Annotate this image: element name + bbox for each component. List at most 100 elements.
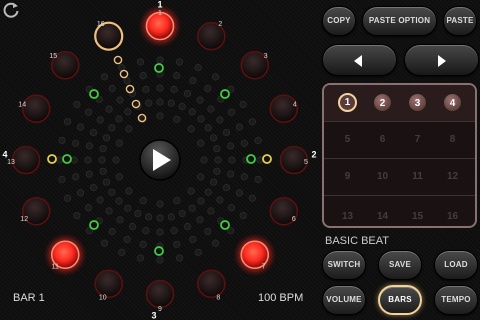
rhythm-dot[interactable] (85, 170, 93, 178)
rhythm-dot[interactable] (197, 197, 205, 205)
rhythm-dot[interactable] (187, 125, 195, 133)
rhythm-dot[interactable] (134, 209, 142, 218)
paste-option-button[interactable]: PASTE OPTION (362, 6, 437, 36)
rhythm-dot[interactable] (108, 124, 116, 132)
bar-16-button[interactable]: 16 (443, 207, 462, 226)
rhythm-dot[interactable] (207, 207, 215, 215)
rhythm-dot[interactable] (139, 72, 147, 80)
rhythm-dot[interactable] (136, 58, 145, 66)
rhythm-dot[interactable] (175, 254, 184, 262)
rhythm-dot[interactable] (124, 204, 132, 212)
rhythm-dot[interactable] (156, 56, 164, 64)
copy-button[interactable]: COPY (322, 6, 356, 36)
rhythm-dot[interactable] (136, 254, 145, 262)
rhythm-dot[interactable] (216, 196, 224, 204)
rhythm-dot[interactable] (248, 118, 256, 126)
rhythm-dot[interactable] (112, 156, 120, 164)
rhythm-dot[interactable] (235, 123, 244, 131)
rhythm-dot[interactable] (128, 222, 137, 231)
rhythm-dot[interactable] (115, 139, 123, 147)
rhythm-dot[interactable] (188, 108, 196, 116)
rhythm-dot[interactable] (125, 187, 133, 195)
rhythm-dot[interactable] (145, 213, 153, 221)
rhythm-dot[interactable] (214, 156, 222, 164)
rhythm-dot[interactable] (173, 197, 181, 205)
rhythm-dot[interactable] (213, 145, 221, 153)
rhythm-dot[interactable] (142, 227, 150, 235)
rhythm-dot[interactable] (183, 89, 192, 98)
bar-9-button[interactable]: 9 (338, 167, 357, 186)
switch-button[interactable]: SWITCH (322, 250, 366, 280)
rhythm-dot[interactable] (227, 204, 236, 212)
rhythm-dot[interactable] (194, 248, 202, 256)
rhythm-dot[interactable] (102, 178, 111, 186)
rhythm-dot[interactable] (72, 173, 80, 181)
rhythm-dot[interactable] (145, 99, 153, 107)
next-bar-button[interactable] (404, 44, 479, 76)
tempo-button[interactable]: TEMPO (434, 285, 478, 315)
rhythm-dot[interactable] (115, 197, 123, 205)
rhythm-dot[interactable] (189, 76, 197, 85)
rhythm-dot[interactable] (209, 178, 218, 186)
rhythm-dot[interactable] (156, 84, 164, 92)
volume-button[interactable]: VOLUME (322, 285, 366, 315)
rhythm-dot[interactable] (123, 235, 131, 244)
rhythm-dot[interactable] (124, 108, 132, 116)
active-rhythm-ring[interactable] (220, 89, 230, 99)
rhythm-dot[interactable] (105, 207, 113, 215)
rhythm-dot[interactable] (175, 58, 184, 66)
rhythm-dot[interactable] (84, 108, 93, 116)
rhythm-dot[interactable] (227, 227, 235, 235)
step-pad-15[interactable]: 15 (49, 50, 80, 80)
rhythm-dot[interactable] (211, 239, 220, 247)
rhythm-dot[interactable] (115, 173, 123, 181)
rhythm-dot[interactable] (58, 136, 66, 145)
active-rhythm-ring[interactable] (89, 89, 99, 99)
rhythm-dot[interactable] (100, 73, 109, 81)
rhythm-dot[interactable] (227, 108, 236, 116)
rhythm-dot[interactable] (173, 240, 181, 248)
step-pad-16[interactable]: 16 (94, 21, 124, 51)
active-rhythm-ring[interactable] (89, 220, 99, 230)
rhythm-dot[interactable] (200, 156, 208, 164)
rhythm-dot[interactable] (125, 125, 133, 133)
bar-2-button[interactable]: 2 (373, 93, 392, 112)
rhythm-dot[interactable] (105, 105, 113, 113)
rhythm-dot[interactable] (100, 239, 109, 247)
active-rhythm-ring[interactable] (220, 220, 230, 230)
rhythm-dot[interactable] (115, 115, 123, 123)
step-pad-7[interactable]: 7 (237, 237, 272, 272)
rhythm-dot[interactable] (84, 156, 92, 164)
rhythm-dot[interactable] (239, 211, 247, 220)
rhythm-dot[interactable] (248, 194, 256, 202)
play-button[interactable] (139, 139, 181, 181)
step-pad-2[interactable]: 2 (196, 21, 226, 51)
bar-3-button[interactable]: 3 (408, 93, 427, 112)
rhythm-dot[interactable] (89, 183, 98, 192)
rhythm-dot[interactable] (240, 139, 248, 147)
rhythm-dot[interactable] (99, 167, 107, 175)
step-pad-11[interactable]: 11 (48, 237, 83, 272)
rhythm-dot[interactable] (85, 142, 93, 150)
bar-6-button[interactable]: 6 (373, 130, 392, 149)
rhythm-dot[interactable] (73, 211, 81, 220)
rhythm-dot[interactable] (178, 209, 186, 218)
rhythm-dot[interactable] (156, 200, 164, 208)
bar-15-button[interactable]: 15 (408, 207, 427, 226)
step-pad-5[interactable]: 5 (279, 145, 309, 175)
bars-button[interactable]: BARS (378, 285, 422, 315)
rhythm-dot[interactable] (102, 134, 111, 142)
rhythm-dot[interactable] (204, 227, 212, 236)
rhythm-dot[interactable] (64, 194, 72, 202)
rhythm-dot[interactable] (108, 84, 116, 93)
rhythm-dot[interactable] (96, 116, 104, 124)
rhythm-dot[interactable] (173, 115, 181, 123)
bar-1-button[interactable]: 1 (338, 93, 357, 112)
step-pad-6[interactable]: 6 (269, 196, 299, 226)
rhythm-dot[interactable] (118, 248, 126, 256)
step-pad-10[interactable]: 10 (94, 269, 124, 302)
rhythm-dot[interactable] (84, 204, 93, 212)
rhythm-dot[interactable] (89, 128, 98, 137)
step-pad-9[interactable]: 9 (145, 279, 175, 313)
bar-4-button[interactable]: 4 (443, 93, 462, 112)
